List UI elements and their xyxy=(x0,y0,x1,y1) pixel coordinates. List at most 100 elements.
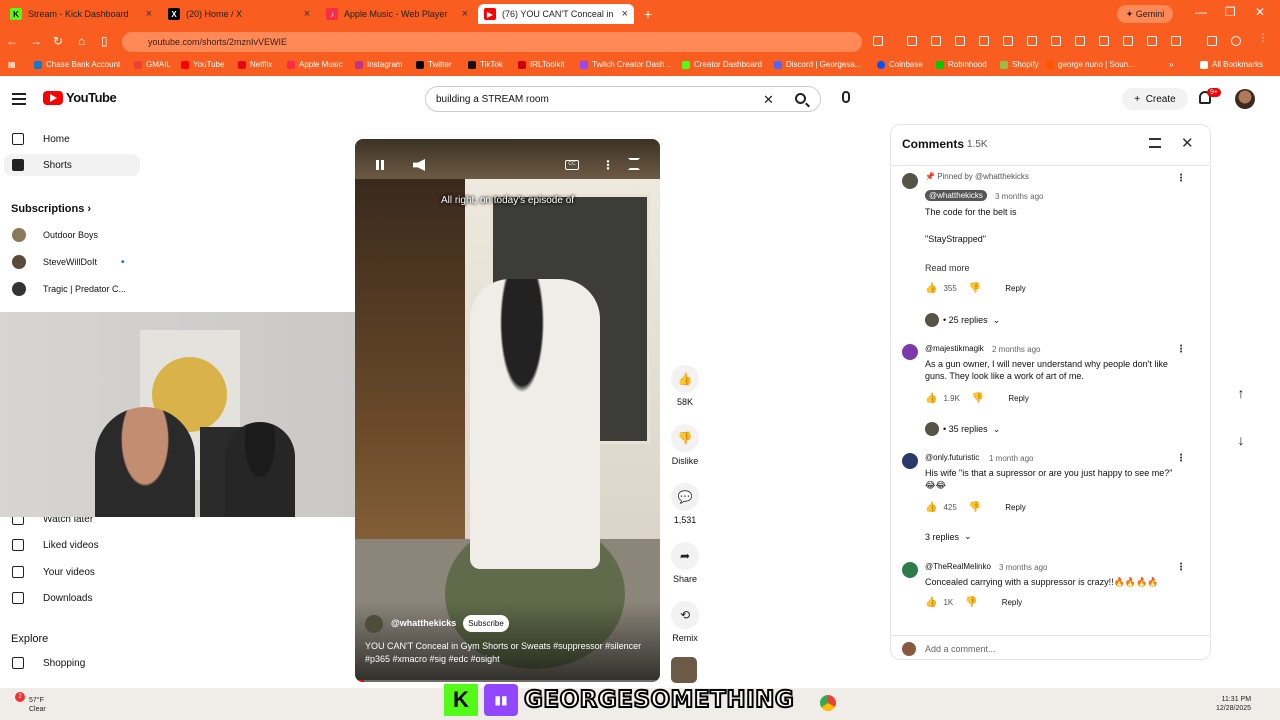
comment-menu-icon[interactable]: ⋮ xyxy=(1176,344,1186,355)
extension-icon[interactable] xyxy=(1003,36,1013,46)
comment-menu-icon[interactable]: ⋮ xyxy=(1176,562,1186,573)
reply-button[interactable]: Reply xyxy=(1002,598,1022,607)
thumbs-down-icon[interactable]: 👎 xyxy=(969,502,981,513)
youtube-logo-icon[interactable] xyxy=(43,91,63,105)
subscription-tragic[interactable]: Tragic | Predator C... xyxy=(0,280,140,298)
maximize-icon[interactable]: ❐ xyxy=(1225,5,1236,19)
close-tab-icon[interactable]: × xyxy=(304,8,310,20)
new-tab-button[interactable]: + xyxy=(640,6,656,22)
weather-widget[interactable]: 57°F Clear xyxy=(29,696,46,714)
read-more-link[interactable]: Read more xyxy=(925,262,1185,274)
sidepanel-icon[interactable]: ▯ xyxy=(101,34,108,48)
tab-apple-music[interactable]: ♪ Apple Music - Web Player × xyxy=(320,4,474,24)
minimize-icon[interactable]: — xyxy=(1195,5,1207,19)
commenter-handle[interactable]: @TheRealMelinko xyxy=(925,562,991,571)
microphone-icon[interactable] xyxy=(842,91,850,103)
all-bookmarks[interactable]: All Bookmarks xyxy=(1200,60,1263,69)
thumbs-up-icon[interactable]: 👍 xyxy=(925,393,937,404)
clear-search-icon[interactable]: ✕ xyxy=(763,92,774,108)
youtube-logo-text[interactable]: YouTube xyxy=(66,90,117,105)
sidebar-item-liked[interactable]: Liked videos xyxy=(0,534,140,556)
bookmark-creator-dashboard[interactable]: Creator Dashboard xyxy=(682,60,762,69)
bookmark-netflix[interactable]: Netflix xyxy=(238,60,272,69)
video-title[interactable]: YOU CAN'T Conceal in Gym Shorts or Sweat… xyxy=(365,640,655,666)
extension-icon[interactable] xyxy=(931,36,941,46)
bookmark-robinhood[interactable]: Robinhood xyxy=(936,60,987,69)
sidebar-item-your-videos[interactable]: Your videos xyxy=(0,561,140,583)
share-button[interactable]: ➦ Share xyxy=(665,542,705,584)
bookmark-gmail[interactable]: GMAIL xyxy=(134,60,171,69)
extension-icon[interactable] xyxy=(1075,36,1085,46)
close-icon[interactable]: ✕ xyxy=(1181,134,1194,152)
extension-icon[interactable] xyxy=(955,36,965,46)
subscriptions-heading[interactable]: Subscriptions › xyxy=(11,203,91,215)
close-tab-icon[interactable]: × xyxy=(146,8,152,20)
bookmark-twitch[interactable]: Twitch Creator Dash... xyxy=(580,60,671,69)
like-button[interactable]: 👍 58K xyxy=(665,365,705,407)
search-icon[interactable] xyxy=(795,93,806,104)
extension-icon[interactable] xyxy=(1099,36,1109,46)
bookmark-tiktok[interactable]: TikTok xyxy=(468,60,503,69)
bookmark-shopify[interactable]: Shopify xyxy=(1000,60,1039,69)
back-icon[interactable]: ← xyxy=(6,34,18,48)
add-comment-placeholder[interactable]: Add a comment... xyxy=(925,644,996,654)
sidebar-item-shorts[interactable]: Shorts xyxy=(4,154,140,176)
extension-icon[interactable] xyxy=(1123,36,1133,46)
commenter-handle[interactable]: @whatthekicks xyxy=(925,190,987,201)
sound-thumbnail[interactable] xyxy=(671,657,697,683)
bookmark-chase[interactable]: Chase Bank Account xyxy=(34,60,120,69)
comments-button[interactable]: 💬 1,531 xyxy=(665,483,705,525)
reply-button[interactable]: Reply xyxy=(1005,503,1025,512)
subscription-stevewilldoit[interactable]: SteveWillDoIt • xyxy=(0,253,140,271)
replies-toggle[interactable]: • 35 replies ⌄ xyxy=(925,422,1000,436)
sidebar-item-downloads[interactable]: Downloads xyxy=(0,587,140,609)
apps-icon[interactable]: ▦ xyxy=(8,60,16,69)
arrow-down-icon[interactable]: ↓ xyxy=(1228,427,1254,453)
bookmark-discord[interactable]: Discord | Georgesa... xyxy=(774,60,861,69)
extension-icon[interactable] xyxy=(1147,36,1157,46)
thumbs-up-icon[interactable]: 👍 xyxy=(925,283,937,294)
bookmark-twitter[interactable]: Twitter xyxy=(416,60,452,69)
subscription-outdoor-boys[interactable]: Outdoor Boys xyxy=(0,226,140,244)
shorts-video-player[interactable]: CC ⋮ All right, on today's episode of @w… xyxy=(355,139,660,682)
sidebar-item-shopping[interactable]: Shopping xyxy=(0,652,140,674)
comment-menu-icon[interactable]: ⋮ xyxy=(1176,453,1186,464)
extension-icon[interactable] xyxy=(1027,36,1037,46)
replies-toggle[interactable]: • 25 replies ⌄ xyxy=(925,313,1000,327)
close-tab-icon[interactable]: × xyxy=(462,8,468,20)
thumbs-up-icon[interactable]: 👍 xyxy=(925,597,937,608)
tab-x-home[interactable]: X (20) Home / X × xyxy=(162,4,316,24)
more-options-icon[interactable]: ⋮ xyxy=(602,158,614,172)
tab-youtube-short[interactable]: ▶ (76) YOU CAN'T Conceal in × xyxy=(478,4,634,24)
commenter-handle[interactable]: @majestikmagik xyxy=(925,344,984,353)
reload-icon[interactable]: ↻ xyxy=(53,34,63,48)
bookmark-irltoolkit[interactable]: IRLToolkit xyxy=(518,60,565,69)
close-window-icon[interactable]: ✕ xyxy=(1255,5,1265,19)
commenter-avatar[interactable] xyxy=(902,453,918,469)
fullscreen-icon[interactable] xyxy=(628,158,640,170)
bookmark-apple-music[interactable]: Apple Music xyxy=(287,60,343,69)
reply-button[interactable]: Reply xyxy=(1005,284,1025,293)
extension-icon[interactable] xyxy=(873,36,883,46)
channel-avatar[interactable] xyxy=(365,615,383,633)
bookmark-soundcloud[interactable]: george nuno | Soun... xyxy=(1046,60,1135,69)
thumbs-down-icon[interactable]: 👎 xyxy=(969,283,981,294)
dislike-button[interactable]: 👎 Dislike xyxy=(665,424,705,466)
thumbs-down-icon[interactable]: 👎 xyxy=(965,597,977,608)
thumbs-down-icon[interactable]: 👎 xyxy=(972,393,984,404)
chrome-taskbar-icon[interactable] xyxy=(820,695,836,711)
address-bar[interactable]: youtube.com/shorts/2mznIvVEWIE xyxy=(122,32,862,52)
pause-icon[interactable] xyxy=(376,160,384,170)
hamburger-menu-icon[interactable] xyxy=(12,93,26,105)
forward-icon[interactable]: → xyxy=(30,34,42,48)
download-icon[interactable] xyxy=(1171,36,1181,46)
extension-icon[interactable] xyxy=(979,36,989,46)
tab-kick-dashboard[interactable]: K Stream - Kick Dashboard × xyxy=(4,4,158,24)
sidebar-item-home[interactable]: Home xyxy=(0,128,140,150)
commenter-handle[interactable]: @only.futuristic xyxy=(925,453,979,462)
account-avatar[interactable] xyxy=(1235,89,1255,109)
bookmark-coinbase[interactable]: Coinbase xyxy=(877,60,923,69)
gemini-button[interactable]: ✦ Gemini xyxy=(1117,5,1173,23)
add-comment-bar[interactable]: Add a comment... xyxy=(891,635,1210,661)
commenter-avatar[interactable] xyxy=(902,173,918,189)
